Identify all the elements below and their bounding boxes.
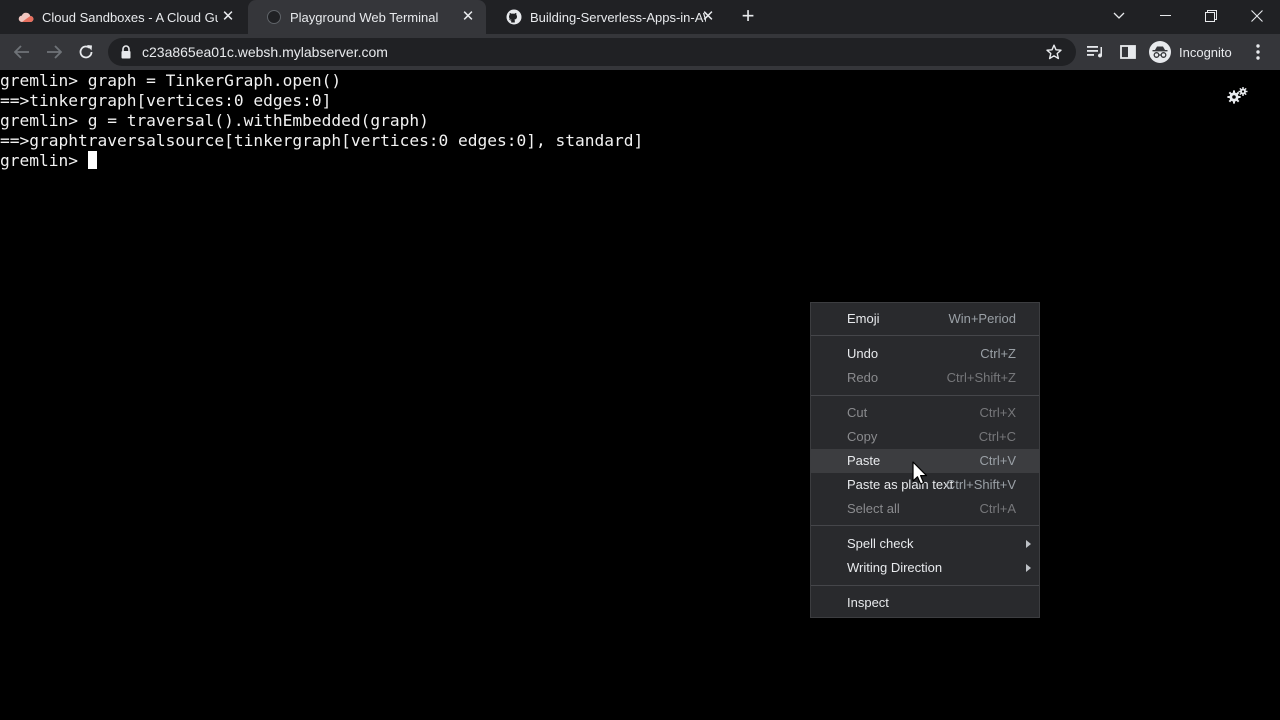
media-control-icon[interactable] <box>1084 40 1108 64</box>
menu-item-label: Paste as plain text <box>847 477 954 492</box>
menu-item-label: Inspect <box>847 595 889 610</box>
terminal-line: ==>graphtraversalsource[tinkergraph[vert… <box>0 131 644 150</box>
menu-item-label: Redo <box>847 370 879 385</box>
terminal-favicon <box>266 9 282 25</box>
menu-item-label: Select all <box>847 501 900 516</box>
back-button[interactable] <box>10 40 34 64</box>
menu-separator <box>811 335 1039 336</box>
settings-gears-icon[interactable] <box>1227 86 1249 106</box>
browser-toolbar: c23a865ea01c.websh.mylabserver.com Incog… <box>0 34 1280 70</box>
lock-icon[interactable] <box>120 45 132 59</box>
terminal-line: gremlin> graph = TinkerGraph.open() <box>0 71 342 90</box>
bookmark-star-icon[interactable] <box>1046 44 1062 65</box>
menu-item-label: Spell check <box>847 536 914 551</box>
menu-item-redo[interactable]: Redo Ctrl+Shift+Z <box>811 366 1039 390</box>
tab-cloud-sandboxes[interactable]: Cloud Sandboxes - A Cloud Guru ✕ <box>0 0 246 34</box>
menu-item-shortcut: Ctrl+Z <box>980 346 1016 361</box>
close-icon[interactable]: ✕ <box>700 9 716 25</box>
menu-item-label: Cut <box>847 405 868 420</box>
url-text: c23a865ea01c.websh.mylabserver.com <box>142 44 388 60</box>
incognito-profile-button[interactable]: Incognito <box>1149 39 1232 65</box>
menu-item-emoji[interactable]: Emoji Win+Period <box>811 307 1039 331</box>
menu-item-inspect[interactable]: Inspect <box>811 591 1039 615</box>
mouse-pointer-icon <box>912 461 932 487</box>
terminal[interactable]: gremlin> graph = TinkerGraph.open() ==>t… <box>0 70 1280 720</box>
kebab-menu-icon[interactable] <box>1246 40 1270 64</box>
forward-button[interactable] <box>42 40 66 64</box>
restore-button[interactable] <box>1188 0 1234 32</box>
menu-item-select-all[interactable]: Select all Ctrl+A <box>811 497 1039 521</box>
menu-item-label: Writing Direction <box>847 560 943 575</box>
side-panel-icon[interactable] <box>1116 40 1140 64</box>
close-icon[interactable]: ✕ <box>460 9 476 25</box>
tab-playground-web-terminal[interactable]: Playground Web Terminal ✕ <box>248 0 486 34</box>
menu-item-label: Emoji <box>847 311 880 326</box>
menu-item-undo[interactable]: Undo Ctrl+Z <box>811 342 1039 366</box>
menu-separator <box>811 585 1039 586</box>
profile-label: Incognito <box>1179 44 1232 60</box>
terminal-prompt-line[interactable]: gremlin> <box>0 151 97 171</box>
menu-item-shortcut: Win+Period <box>948 311 1016 326</box>
menu-item-shortcut: Ctrl+C <box>978 429 1016 444</box>
tab-title: Building-Serverless-Apps-in-AWS <box>530 9 706 25</box>
tab-building-serverless[interactable]: Building-Serverless-Apps-in-AWS ✕ <box>488 0 726 34</box>
github-icon <box>506 9 522 25</box>
new-tab-button[interactable]: + <box>737 5 759 28</box>
menu-item-shortcut: Ctrl+A <box>979 501 1016 516</box>
close-icon[interactable]: ✕ <box>220 9 236 25</box>
menu-item-writing-direction[interactable]: Writing Direction <box>811 556 1039 580</box>
cloud-icon <box>18 9 34 25</box>
terminal-cursor <box>87 151 97 169</box>
address-bar[interactable]: c23a865ea01c.websh.mylabserver.com <box>108 38 1076 66</box>
submenu-arrow-icon <box>1026 564 1031 572</box>
menu-item-shortcut: Ctrl+Shift+V <box>945 477 1016 492</box>
tab-strip: Cloud Sandboxes - A Cloud Guru ✕ Playgro… <box>0 0 1280 34</box>
terminal-prompt: gremlin> <box>0 151 88 170</box>
terminal-line: ==>tinkergraph[vertices:0 edges:0] <box>0 91 332 110</box>
tab-title: Playground Web Terminal <box>290 9 439 25</box>
menu-item-shortcut: Ctrl+V <box>979 453 1016 468</box>
menu-item-label: Copy <box>847 429 878 444</box>
menu-item-label: Undo <box>847 346 879 361</box>
terminal-line: gremlin> g = traversal().withEmbedded(gr… <box>0 111 429 130</box>
close-window-button[interactable] <box>1234 0 1280 32</box>
minimize-button[interactable] <box>1142 0 1188 32</box>
context-menu: Emoji Win+Period Undo Ctrl+Z Redo Ctrl+S… <box>810 302 1040 618</box>
menu-item-copy[interactable]: Copy Ctrl+C <box>811 425 1039 449</box>
incognito-icon <box>1149 41 1171 63</box>
menu-separator <box>811 525 1039 526</box>
menu-separator <box>811 395 1039 396</box>
tab-search-icon[interactable] <box>1096 0 1142 32</box>
tab-title: Cloud Sandboxes - A Cloud Guru <box>42 9 218 25</box>
menu-item-shortcut: Ctrl+Shift+Z <box>946 370 1016 385</box>
submenu-arrow-icon <box>1026 540 1031 548</box>
menu-item-label: Paste <box>847 453 881 468</box>
reload-button[interactable] <box>74 40 98 64</box>
menu-item-shortcut: Ctrl+X <box>979 405 1016 420</box>
menu-item-spell-check[interactable]: Spell check <box>811 532 1039 556</box>
menu-item-cut[interactable]: Cut Ctrl+X <box>811 401 1039 425</box>
